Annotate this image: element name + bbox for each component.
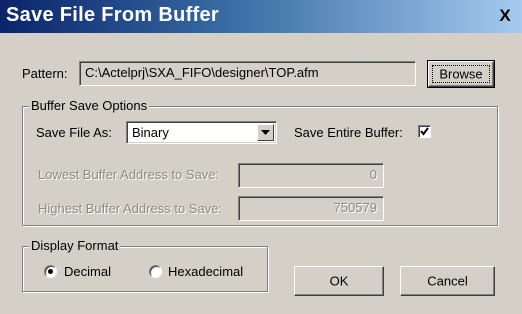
- save-file-as-combo[interactable]: Binary: [126, 121, 277, 144]
- hexadecimal-radio[interactable]: [149, 265, 162, 278]
- highest-address-label: Highest Buffer Address to Save:: [38, 201, 223, 216]
- checkmark-icon: [420, 127, 429, 136]
- decimal-radio[interactable]: [44, 265, 57, 278]
- save-file-as-label: Save File As:: [36, 125, 112, 140]
- hexadecimal-radio-label[interactable]: Hexadecimal: [168, 264, 243, 279]
- save-entire-buffer-checkbox[interactable]: [418, 125, 431, 138]
- pattern-value: C:\Actelprj\SXA_FIFO\designer\TOP.afm: [85, 65, 319, 80]
- decimal-radio-label[interactable]: Decimal: [64, 264, 111, 279]
- close-button[interactable]: X: [494, 6, 516, 26]
- save-file-as-value: Binary: [132, 125, 169, 140]
- chevron-down-icon: [261, 130, 270, 135]
- window-title: Save File From Buffer: [6, 4, 220, 26]
- browse-button[interactable]: Browse: [427, 60, 495, 88]
- radio-selected-dot: [48, 269, 53, 274]
- title-bar[interactable]: Save File From Buffer: [0, 0, 522, 33]
- buffer-save-options-legend: Buffer Save Options: [29, 98, 150, 113]
- highest-address-value: 750579: [333, 200, 377, 215]
- cancel-button-label: Cancel: [427, 273, 468, 289]
- save-entire-buffer-label: Save Entire Buffer:: [294, 125, 403, 140]
- pattern-field[interactable]: C:\Actelprj\SXA_FIFO\designer\TOP.afm: [79, 61, 416, 86]
- pattern-label: Pattern:: [22, 66, 68, 81]
- cancel-button[interactable]: Cancel: [400, 266, 495, 296]
- highest-address-field[interactable]: 750579: [238, 196, 384, 221]
- lowest-address-field[interactable]: 0: [238, 163, 384, 188]
- save-file-dialog: Save File From Buffer X Pattern: C:\Acte…: [0, 0, 522, 314]
- dropdown-arrow[interactable]: [257, 124, 274, 141]
- display-format-legend: Display Format: [29, 238, 121, 253]
- ok-button-label: OK: [329, 273, 349, 289]
- lowest-address-label: Lowest Buffer Address to Save:: [38, 167, 220, 182]
- ok-button[interactable]: OK: [294, 266, 384, 296]
- browse-button-label: Browse: [439, 66, 483, 82]
- lowest-address-value: 0: [369, 167, 377, 182]
